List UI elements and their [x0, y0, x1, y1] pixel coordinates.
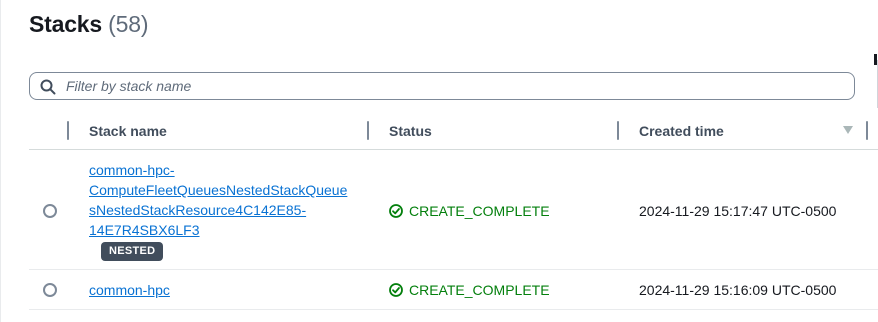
search-icon: [40, 79, 56, 95]
stack-name-line: common-hpc-: [89, 162, 175, 178]
stack-name-line: sNestedStackResource4C142E85-: [89, 202, 307, 218]
column-separator: [67, 121, 69, 140]
column-separator[interactable]: [367, 121, 369, 140]
stack-name-link[interactable]: common-hpc- ComputeFleetQueuesNestedStac…: [89, 160, 347, 240]
nested-badge: NESTED: [101, 242, 164, 261]
status-cell: CREATE_COMPLETE: [389, 203, 550, 219]
status-text: CREATE_COMPLETE: [409, 282, 550, 298]
filter-input[interactable]: [66, 76, 836, 96]
row-select-radio[interactable]: [43, 204, 57, 218]
column-header-created-time[interactable]: Created time: [639, 123, 724, 139]
stack-name-line: 14E7R4SBX6LF3: [89, 222, 200, 238]
column-separator[interactable]: [617, 121, 619, 140]
stack-count: (58): [108, 11, 149, 37]
check-circle-icon: [389, 204, 403, 218]
page-title: Stacks (58): [29, 11, 148, 38]
created-time: 2024-11-29 15:17:47 UTC-0500: [639, 203, 837, 219]
stack-name-line: common-hpc: [89, 282, 170, 298]
caret-down-icon[interactable]: [842, 125, 854, 135]
table-header-divider: [29, 149, 878, 150]
column-header-stack-name[interactable]: Stack name: [89, 123, 167, 139]
status-text: CREATE_COMPLETE: [409, 203, 550, 219]
column-separator[interactable]: [866, 121, 868, 140]
filter-box[interactable]: [29, 72, 855, 100]
row-divider: [29, 309, 878, 310]
status-cell: CREATE_COMPLETE: [389, 282, 550, 298]
stack-name-link[interactable]: common-hpc: [89, 280, 170, 300]
left-divider: [0, 0, 1, 322]
created-time: 2024-11-29 15:16:09 UTC-0500: [639, 282, 837, 298]
stack-name-line: ComputeFleetQueuesNestedStackQueue: [89, 182, 348, 198]
column-header-status[interactable]: Status: [389, 123, 432, 139]
row-divider: [29, 269, 878, 270]
check-circle-icon: [389, 283, 403, 297]
row-select-radio[interactable]: [43, 283, 57, 297]
page-title-text: Stacks: [29, 11, 102, 37]
